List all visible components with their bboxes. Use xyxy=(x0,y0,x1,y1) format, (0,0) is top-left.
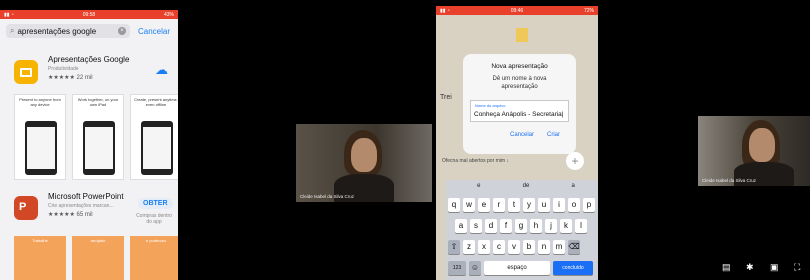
screenshot[interactable]: Present to anyone from any device xyxy=(14,94,66,180)
backspace-icon[interactable]: ⌫ xyxy=(568,240,580,254)
cancel-button[interactable]: Cancelar xyxy=(510,132,534,138)
status-bar: ▮▮ ◔ 09:58 43% xyxy=(0,10,178,19)
battery-text: 72% xyxy=(583,7,594,14)
participant-name: Cleide Isabel da Silva Cruz xyxy=(300,194,355,199)
key-row-3: ⇧ z x c v b n m ⌫ xyxy=(448,240,580,254)
subtitles-icon[interactable]: ▤ xyxy=(722,262,731,273)
suggestion[interactable]: de xyxy=(523,183,530,189)
key-q[interactable]: q xyxy=(448,198,460,212)
status-time: 09:58 xyxy=(82,11,96,18)
settings-icon[interactable]: ✱ xyxy=(746,262,754,273)
screenshots-row: Trabalhe arrojado e poderoso xyxy=(14,236,178,280)
return-key[interactable]: concluído xyxy=(553,261,593,275)
participant-face xyxy=(749,128,775,162)
background-heading: Trei xyxy=(440,94,452,101)
key-row-1: q w e r t y u i o p xyxy=(448,198,595,212)
status-bar: ▮▮ ◔ 09:46 72% xyxy=(436,6,598,15)
space-key[interactable]: espaço xyxy=(484,261,550,275)
app-subtitle: Crie apresentações marcan... xyxy=(48,203,114,209)
key-x[interactable]: x xyxy=(478,240,490,254)
field-label: Nome do arquivo xyxy=(475,103,506,108)
key-row-4: 123 ☺ espaço concluído xyxy=(448,261,593,275)
signal-icon: ▮▮ ◔ xyxy=(440,7,450,14)
right-phone-screen: ▮▮ ◔ 09:46 72% Trei Ofecna mal abertos p… xyxy=(436,6,598,280)
participant-face xyxy=(351,138,377,172)
player-controls: ▤ ✱ ▣ ⛶ xyxy=(616,258,810,280)
app-title[interactable]: Microsoft PowerPoint xyxy=(48,192,124,201)
cancel-button[interactable]: Cancelar xyxy=(138,27,170,36)
screenshot[interactable]: Trabalhe xyxy=(14,236,66,280)
key-o[interactable]: o xyxy=(568,198,580,212)
status-time: 09:46 xyxy=(510,7,524,14)
powerpoint-icon[interactable]: P xyxy=(14,196,38,220)
search-input[interactable]: ⌕ apresentações google × xyxy=(6,24,130,38)
new-presentation-dialog: Nova apresentação Dê um nome à nova apre… xyxy=(463,54,576,154)
key-d[interactable]: d xyxy=(485,219,497,233)
numbers-key[interactable]: 123 xyxy=(448,261,466,275)
signal-icon: ▮▮ ◔ xyxy=(4,11,14,18)
key-g[interactable]: g xyxy=(515,219,527,233)
in-app-purchases-note: Compras dentro do app xyxy=(136,213,172,225)
key-r[interactable]: r xyxy=(493,198,505,212)
key-f[interactable]: f xyxy=(500,219,512,233)
dialog-title: Nova apresentação xyxy=(491,63,548,70)
add-icon[interactable]: + xyxy=(566,152,584,170)
screenshot[interactable]: Create, present anytime, even offline xyxy=(130,94,178,180)
participant-video-tile[interactable]: Cleide Isabel da Silva Cruz xyxy=(296,124,432,202)
suggestion[interactable]: e xyxy=(477,183,480,189)
app-rating: ★★★★★ 22 mil xyxy=(48,75,93,81)
left-phone-screen: ▮▮ ◔ 09:58 43% ⌕ apresentações google × … xyxy=(0,10,178,280)
key-j[interactable]: j xyxy=(545,219,557,233)
background-list-header: Ofecna mal abertos por mim ↓ xyxy=(442,158,509,164)
key-n[interactable]: n xyxy=(538,240,550,254)
key-v[interactable]: v xyxy=(508,240,520,254)
suggestion-bar: e de a xyxy=(456,183,596,189)
field-value: Conheça Anápolis - Secretaria| xyxy=(474,111,564,118)
key-u[interactable]: u xyxy=(538,198,550,212)
key-row-2: a s d f g h j k l xyxy=(455,219,587,233)
create-button[interactable]: Criar xyxy=(547,132,560,138)
dialog-message: Dê um nome à nova apresentação xyxy=(492,76,547,90)
key-a[interactable]: a xyxy=(455,219,467,233)
key-m[interactable]: m xyxy=(553,240,565,254)
screenshot[interactable]: arrojado xyxy=(72,236,124,280)
key-t[interactable]: t xyxy=(508,198,520,212)
key-i[interactable]: i xyxy=(553,198,565,212)
file-name-field[interactable]: Nome do arquivo Conheça Anápolis - Secre… xyxy=(470,100,569,122)
keyboard: e de a q w e r t y u i o p a s d f g h j… xyxy=(446,180,598,280)
key-s[interactable]: s xyxy=(470,219,482,233)
screenshot[interactable]: Work together, on your own iPad xyxy=(72,94,124,180)
key-c[interactable]: c xyxy=(493,240,505,254)
search-icon: ⌕ xyxy=(10,26,15,35)
key-z[interactable]: z xyxy=(463,240,475,254)
meeting-screen: ▮▮ ◔ 09:58 43% ⌕ apresentações google × … xyxy=(0,0,810,280)
key-w[interactable]: w xyxy=(463,198,475,212)
key-k[interactable]: k xyxy=(560,219,572,233)
suggestion[interactable]: a xyxy=(572,183,575,189)
slides-logo-icon xyxy=(516,28,528,42)
clear-icon[interactable]: × xyxy=(118,27,126,35)
shift-icon[interactable]: ⇧ xyxy=(448,240,460,254)
app-subtitle: Produtividade xyxy=(48,66,79,72)
screenshots-row: Present to anyone from any device Work t… xyxy=(14,94,178,180)
miniplayer-icon[interactable]: ▣ xyxy=(770,262,779,273)
fullscreen-icon[interactable]: ⛶ xyxy=(794,262,800,273)
battery-text: 43% xyxy=(163,11,174,18)
globe-icon[interactable]: ☺ xyxy=(469,261,481,275)
search-query: apresentações google xyxy=(17,26,97,36)
cloud-download-icon[interactable]: ☁ xyxy=(155,62,168,78)
app-title[interactable]: Apresentações Google xyxy=(48,55,129,64)
get-button[interactable]: OBTER xyxy=(138,198,173,209)
key-h[interactable]: h xyxy=(530,219,542,233)
google-slides-icon[interactable] xyxy=(14,60,38,84)
key-e[interactable]: e xyxy=(478,198,490,212)
screenshot[interactable]: e poderoso xyxy=(130,236,178,280)
key-p[interactable]: p xyxy=(583,198,595,212)
participant-name: Cleide Isabel da Silva Cruz xyxy=(702,178,757,183)
key-y[interactable]: y xyxy=(523,198,535,212)
participant-video-tile[interactable]: Cleide Isabel da Silva Cruz xyxy=(698,116,810,186)
key-b[interactable]: b xyxy=(523,240,535,254)
key-l[interactable]: l xyxy=(575,219,587,233)
app-rating: ★★★★★ 65 mil xyxy=(48,212,93,218)
